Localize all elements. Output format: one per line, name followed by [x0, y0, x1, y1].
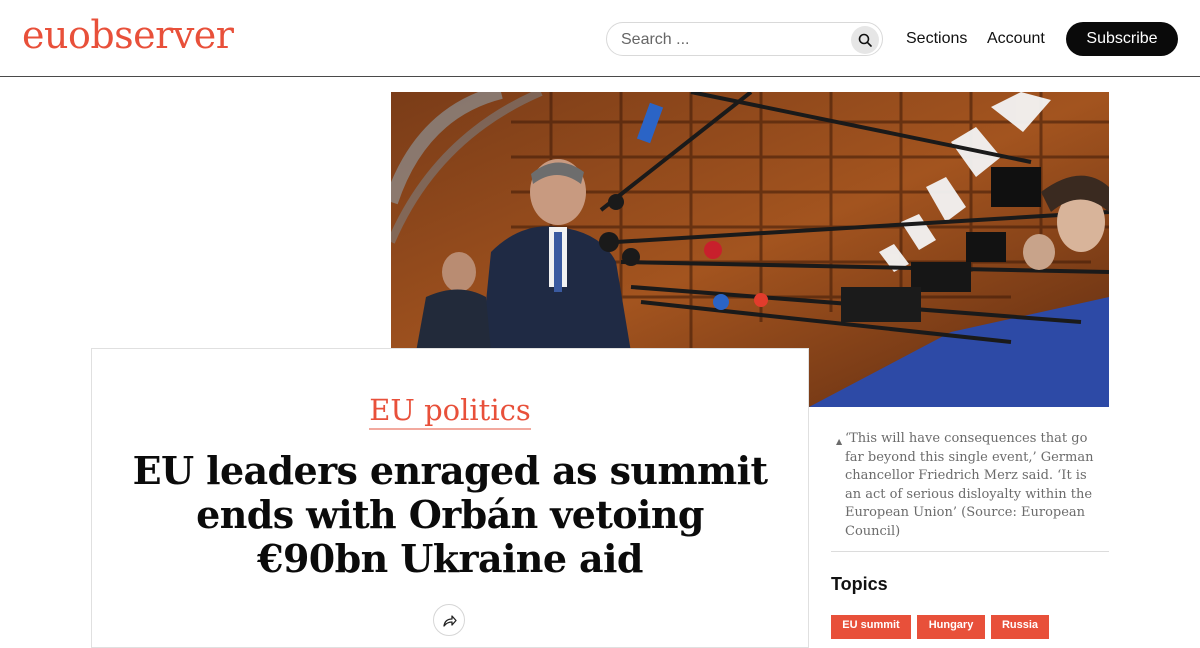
tag-russia[interactable]: Russia: [991, 615, 1049, 639]
photo-caption: ▲ ‘This will have consequences that go f…: [836, 430, 1095, 541]
topics-heading: Topics: [831, 574, 888, 594]
share-icon: [443, 615, 457, 627]
nav-account[interactable]: Account: [987, 30, 1045, 48]
category-link[interactable]: EU politics: [369, 393, 531, 430]
article-card: EU politics EU leaders enraged as summit…: [91, 348, 809, 648]
search-input[interactable]: [619, 29, 848, 51]
subscribe-button[interactable]: Subscribe: [1066, 22, 1178, 56]
site-logo[interactable]: euobserver: [22, 10, 234, 60]
sidebar-divider: [831, 551, 1109, 552]
article-headline: EU leaders enraged as summit ends with O…: [132, 448, 768, 581]
caption-triangle-icon: ▲: [836, 437, 843, 446]
article-category: EU politics: [92, 393, 808, 430]
tag-hungary[interactable]: Hungary: [917, 615, 985, 639]
search-icon: [858, 33, 872, 47]
photo-caption-text: ‘This will have consequences that go far…: [845, 431, 1094, 539]
site-header: euobserver Sections Account Subscribe: [0, 0, 1200, 77]
search-button[interactable]: [851, 26, 879, 54]
share-button[interactable]: [433, 604, 465, 636]
tag-eu-summit[interactable]: EU summit: [831, 615, 911, 639]
nav-sections[interactable]: Sections: [906, 30, 967, 48]
search-box: [606, 22, 883, 56]
